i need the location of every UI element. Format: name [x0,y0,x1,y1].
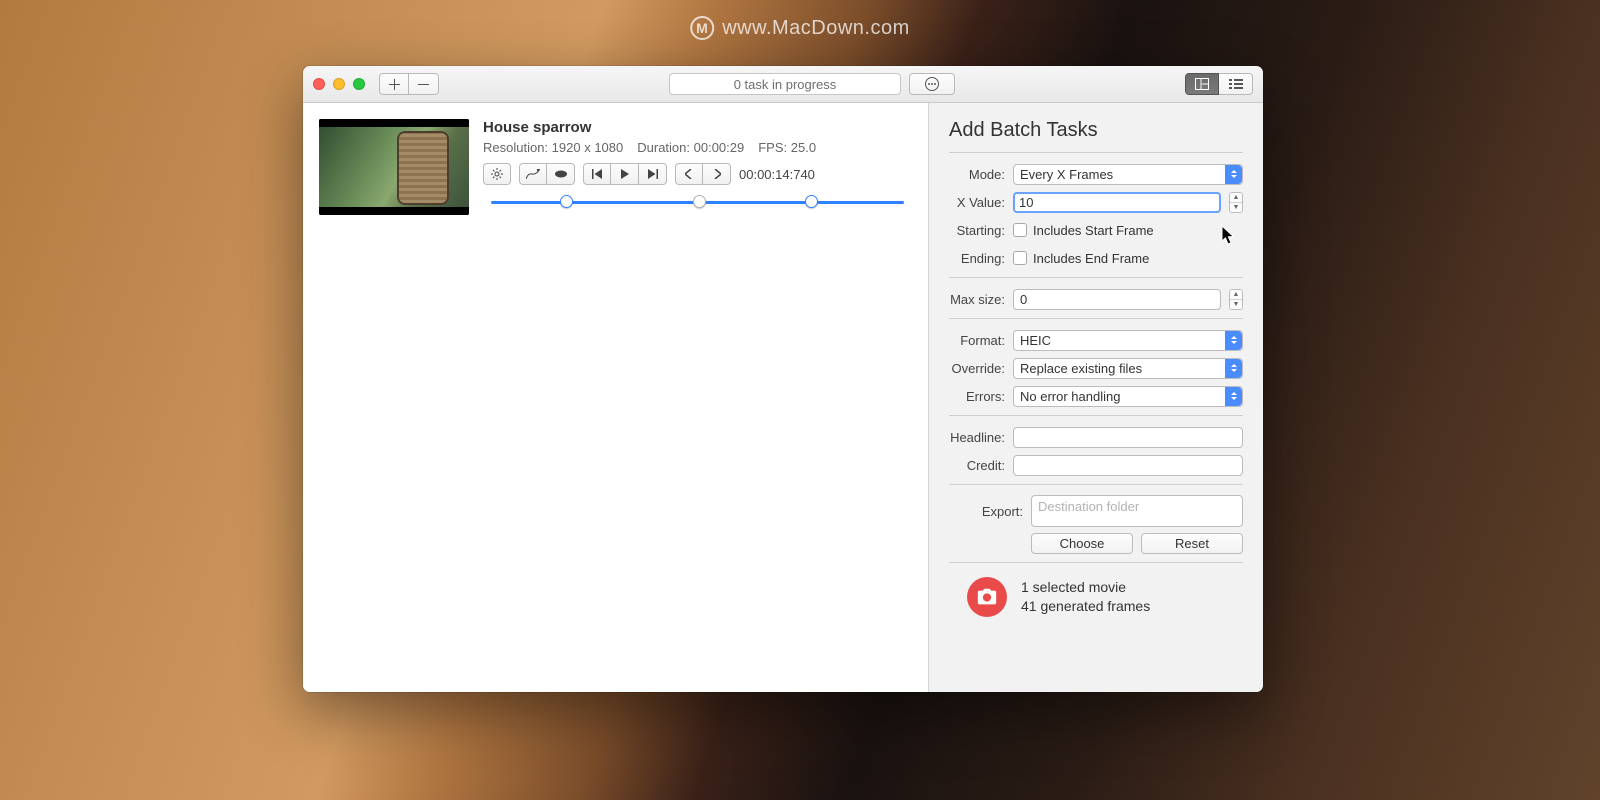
slow-button[interactable] [519,163,547,185]
errors-select[interactable]: No error handling [1013,386,1243,407]
chevron-updown-icon [1225,165,1242,184]
override-label: Override: [949,361,1005,376]
divider [949,484,1243,485]
maxsize-input[interactable]: 0 [1013,289,1221,310]
watermark-icon: M [690,16,714,40]
divider [949,318,1243,319]
mark-in-button[interactable] [675,163,703,185]
headline-label: Headline: [949,430,1005,445]
prev-frame-button[interactable] [583,163,611,185]
mode-label: Mode: [949,167,1005,182]
next-frame-button[interactable] [639,163,667,185]
remove-button[interactable] [409,73,439,95]
add-button[interactable] [379,73,409,95]
window-body: House sparrow Resolution: 1920 x 1080 Du… [303,103,1263,692]
summary-movies: 1 selected movie [1021,578,1150,597]
mark-out-button[interactable] [703,163,731,185]
range-start-handle[interactable] [560,195,573,208]
play-button[interactable] [611,163,639,185]
panel-title: Add Batch Tasks [949,119,1243,142]
view-panel-button[interactable] [1185,73,1219,95]
minimize-window-button[interactable] [333,78,345,90]
close-window-button[interactable] [313,78,325,90]
movie-thumbnail [319,119,469,215]
chevron-updown-icon [1225,387,1242,406]
range-end-handle[interactable] [805,195,818,208]
watermark: M www.MacDown.com [690,16,910,40]
mode-select[interactable]: Every X Frames [1013,164,1243,185]
starting-checkbox[interactable] [1013,223,1027,237]
zoom-window-button[interactable] [353,78,365,90]
movie-item[interactable]: House sparrow Resolution: 1920 x 1080 Du… [319,119,912,215]
chevron-updown-icon [1225,331,1242,350]
add-remove-segment [379,73,439,95]
summary: 1 selected movie 41 generated frames [949,577,1243,617]
batch-panel: Add Batch Tasks Mode: Every X Frames X V… [929,103,1263,692]
movie-list: House sparrow Resolution: 1920 x 1080 Du… [303,103,929,692]
camera-icon [967,577,1007,617]
ending-label: Ending: [949,251,1005,266]
maxsize-label: Max size: [949,292,1005,307]
format-select[interactable]: HEIC [1013,330,1243,351]
movie-info: Resolution: 1920 x 1080 Duration: 00:00:… [483,140,912,155]
choose-button[interactable]: Choose [1031,533,1133,554]
fast-button[interactable] [547,163,575,185]
headline-input[interactable] [1013,427,1243,448]
toolbar-status[interactable]: 0 task in progress [669,73,901,95]
view-toggle [1185,73,1253,95]
playhead-handle[interactable] [693,195,706,208]
playback-controls: 00:00:14:740 [483,163,912,185]
ending-checkbox-label: Includes End Frame [1033,251,1149,266]
titlebar: 0 task in progress [303,66,1263,103]
export-label: Export: [949,504,1023,519]
xvalue-input[interactable]: 10 [1013,192,1221,213]
toolbar-status-text: 0 task in progress [734,77,837,92]
settings-button[interactable] [483,163,511,185]
timecode: 00:00:14:740 [739,167,815,182]
app-window: 0 task in progress House sparrow Resolut… [303,66,1263,692]
divider [949,415,1243,416]
format-label: Format: [949,333,1005,348]
starting-label: Starting: [949,223,1005,238]
summary-frames: 41 generated frames [1021,597,1150,616]
divider [949,562,1243,563]
reset-button[interactable]: Reset [1141,533,1243,554]
maxsize-stepper[interactable]: ▲▼ [1229,289,1243,310]
override-select[interactable]: Replace existing files [1013,358,1243,379]
movie-title: House sparrow [483,119,912,136]
errors-label: Errors: [949,389,1005,404]
divider [949,277,1243,278]
starting-checkbox-label: Includes Start Frame [1033,223,1154,238]
xvalue-stepper[interactable]: ▲▼ [1229,192,1243,213]
traffic-lights [313,78,365,90]
credit-label: Credit: [949,458,1005,473]
ending-checkbox[interactable] [1013,251,1027,265]
divider [949,152,1243,153]
watermark-text: www.MacDown.com [722,17,910,40]
chevron-updown-icon [1225,359,1242,378]
view-list-button[interactable] [1219,73,1253,95]
more-button[interactable] [909,73,955,95]
xvalue-label: X Value: [949,195,1005,210]
timeline-slider[interactable] [483,193,912,211]
export-input[interactable]: Destination folder [1031,495,1243,527]
movie-meta: House sparrow Resolution: 1920 x 1080 Du… [483,119,912,215]
credit-input[interactable] [1013,455,1243,476]
